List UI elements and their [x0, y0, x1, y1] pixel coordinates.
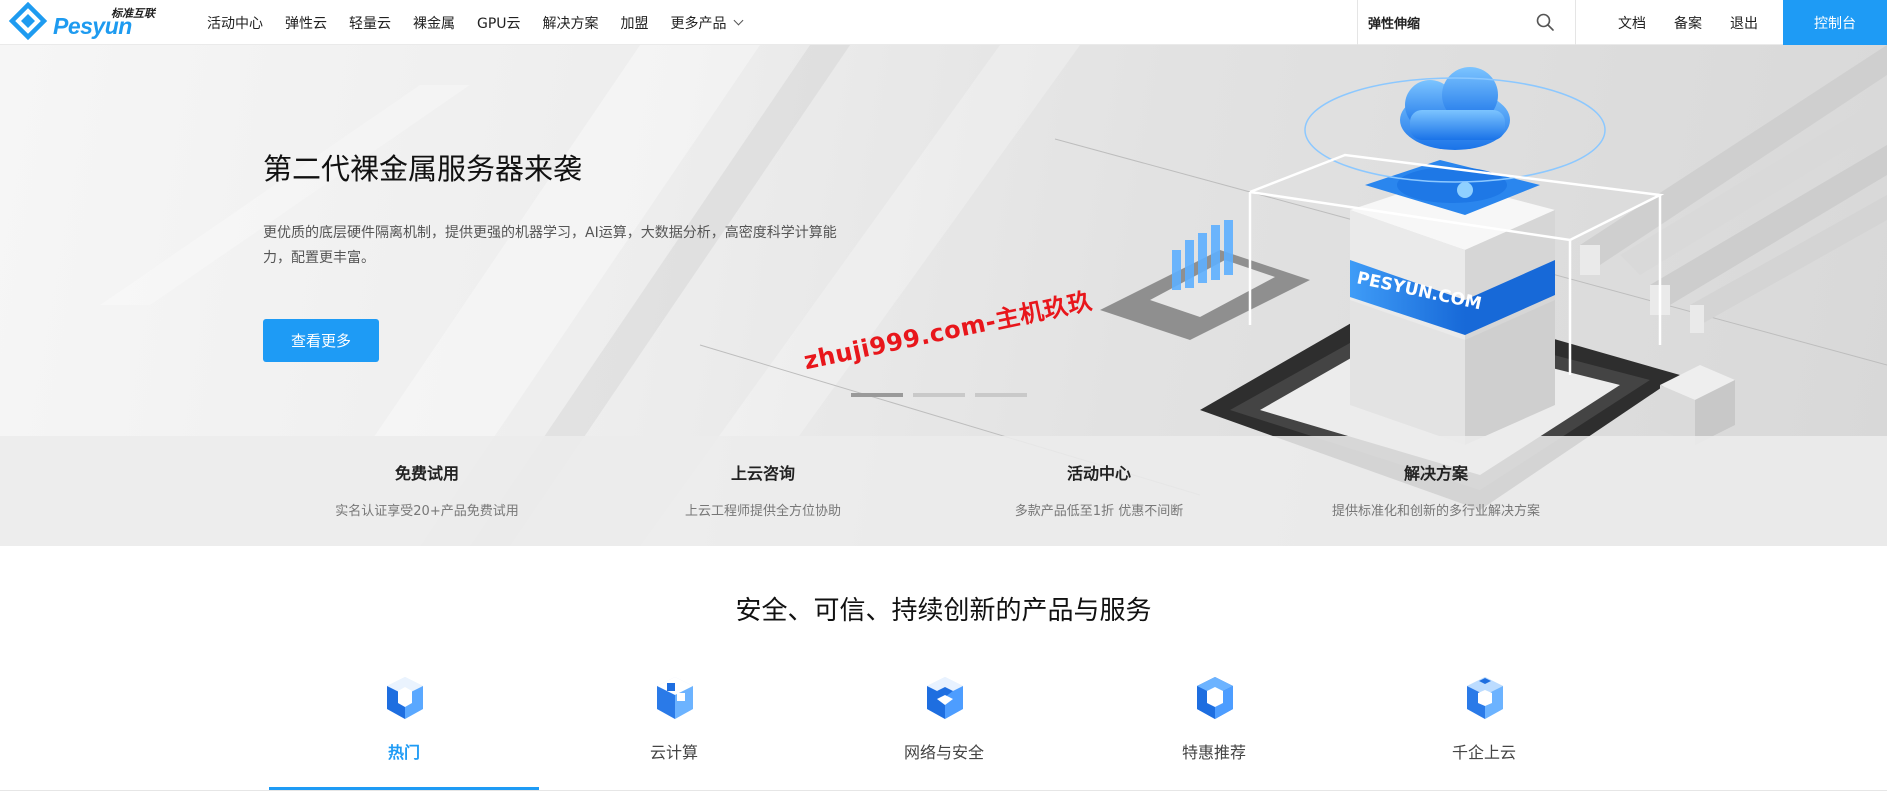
- quick-link-title: 活动中心: [1066, 464, 1131, 483]
- quick-link-title: 解决方案: [1403, 464, 1468, 483]
- nav-item-lightweight-cloud[interactable]: 轻量云: [349, 13, 391, 33]
- quick-link-desc: 多款产品低至1折 优惠不间断: [1014, 504, 1184, 519]
- quick-link-desc: 提供标准化和创新的多行业解决方案: [1331, 504, 1540, 519]
- nav-label: 解决方案: [542, 15, 599, 32]
- quick-links-bar: 免费试用 实名认证享受20+产品免费试用 上云咨询 上云工程师提供全方位协助 活…: [0, 436, 1887, 546]
- chevron-down-icon: [733, 15, 743, 26]
- banner-title: 第二代裸金属服务器来袭: [263, 152, 583, 186]
- quick-link-desc: 实名认证享受20+产品免费试用: [335, 504, 519, 519]
- quick-link-title: 免费试用: [394, 464, 459, 483]
- network-security-cube-icon: [927, 677, 963, 719]
- banner-description: 更优质的底层硬件隔离机制，提供更强的机器学习，AI运算，大数据分析，高密度科学计…: [263, 225, 837, 266]
- tab-label: 网络与安全: [903, 743, 984, 762]
- nav-item-activity-center[interactable]: 活动中心: [207, 13, 263, 33]
- nav-label: 裸金属: [413, 15, 455, 32]
- nav-label: GPU云: [477, 15, 521, 32]
- search-input[interactable]: [1368, 10, 1533, 34]
- docs-link[interactable]: 文档: [1618, 13, 1646, 33]
- nav-item-elastic-cloud[interactable]: 弹性云: [285, 13, 327, 33]
- tab-special-offers[interactable]: 特惠推荐: [1079, 667, 1349, 793]
- user-links: 文档 备案 退出: [1618, 0, 1786, 45]
- tab-label: 云计算: [649, 743, 698, 762]
- nav-label: 弹性云: [285, 15, 327, 32]
- cloud-computing-cube-icon: [657, 677, 693, 719]
- nav-item-bare-metal[interactable]: 裸金属: [413, 13, 455, 33]
- logo-diamond-icon: [8, 2, 48, 41]
- nav-label: 更多产品: [670, 15, 727, 32]
- quick-link-title: 上云咨询: [730, 464, 795, 483]
- section-title: 安全、可信、持续创新的产品与服务: [735, 596, 1152, 626]
- console-button[interactable]: 控制台: [1783, 0, 1887, 45]
- nav-item-gpu-cloud[interactable]: GPU云: [477, 13, 521, 33]
- icp-filing-link[interactable]: 备案: [1674, 13, 1702, 33]
- nav-label: 轻量云: [349, 15, 391, 32]
- tab-hot[interactable]: 热门: [269, 667, 539, 793]
- tab-enterprise-cloud[interactable]: 千企上云: [1349, 667, 1619, 793]
- logout-link[interactable]: 退出: [1730, 13, 1758, 33]
- carousel-indicators: [851, 393, 1037, 397]
- tab-cloud-computing[interactable]: 云计算: [539, 667, 809, 793]
- nav-item-join[interactable]: 加盟: [621, 13, 649, 33]
- quick-link-desc: 上云工程师提供全方位协助: [684, 504, 841, 519]
- hot-cube-icon: [387, 677, 423, 719]
- top-navigation-bar: Pesyun 标准互联 活动中心 弹性云 轻量云 裸金属 GPU云 解决方案 加…: [0, 0, 1887, 45]
- search-icon[interactable]: [1535, 12, 1555, 32]
- quick-link-free-trial[interactable]: 免费试用 实名认证享受20+产品免费试用: [277, 460, 577, 519]
- view-more-button[interactable]: 查看更多: [263, 319, 379, 362]
- main-nav: 活动中心 弹性云 轻量云 裸金属 GPU云 解决方案 加盟 更多产品: [207, 0, 764, 45]
- carousel-dot-3[interactable]: [975, 393, 1027, 397]
- enterprise-cloud-cube-icon: [1467, 677, 1503, 719]
- logo-tagline: 标准互联: [111, 7, 155, 20]
- tab-label: 特惠推荐: [1181, 743, 1246, 762]
- nav-item-solutions[interactable]: 解决方案: [543, 13, 599, 33]
- tabs-divider: [0, 790, 1887, 791]
- nav-item-more-products[interactable]: 更多产品: [670, 13, 743, 33]
- pesyun-logo[interactable]: Pesyun 标准互联: [8, 2, 168, 42]
- nav-label: 活动中心: [207, 15, 263, 32]
- carousel-dot-2[interactable]: [913, 393, 965, 397]
- quick-link-cloud-consulting[interactable]: 上云咨询 上云工程师提供全方位协助: [613, 460, 913, 519]
- quick-link-activity-center[interactable]: 活动中心 多款产品低至1折 优惠不间断: [949, 460, 1249, 519]
- product-category-tabs: 热门 云计算 网络与安全 特惠推荐 千企上云: [269, 667, 1619, 793]
- carousel-dot-1[interactable]: [851, 393, 903, 397]
- tab-label: 热门: [387, 743, 420, 762]
- search-box: [1357, 0, 1576, 45]
- tab-label: 千企上云: [1451, 743, 1516, 762]
- tab-network-security[interactable]: 网络与安全: [809, 667, 1079, 793]
- quick-link-solutions[interactable]: 解决方案 提供标准化和创新的多行业解决方案: [1286, 460, 1586, 519]
- nav-label: 加盟: [620, 15, 649, 32]
- special-offer-cube-icon: [1197, 677, 1233, 719]
